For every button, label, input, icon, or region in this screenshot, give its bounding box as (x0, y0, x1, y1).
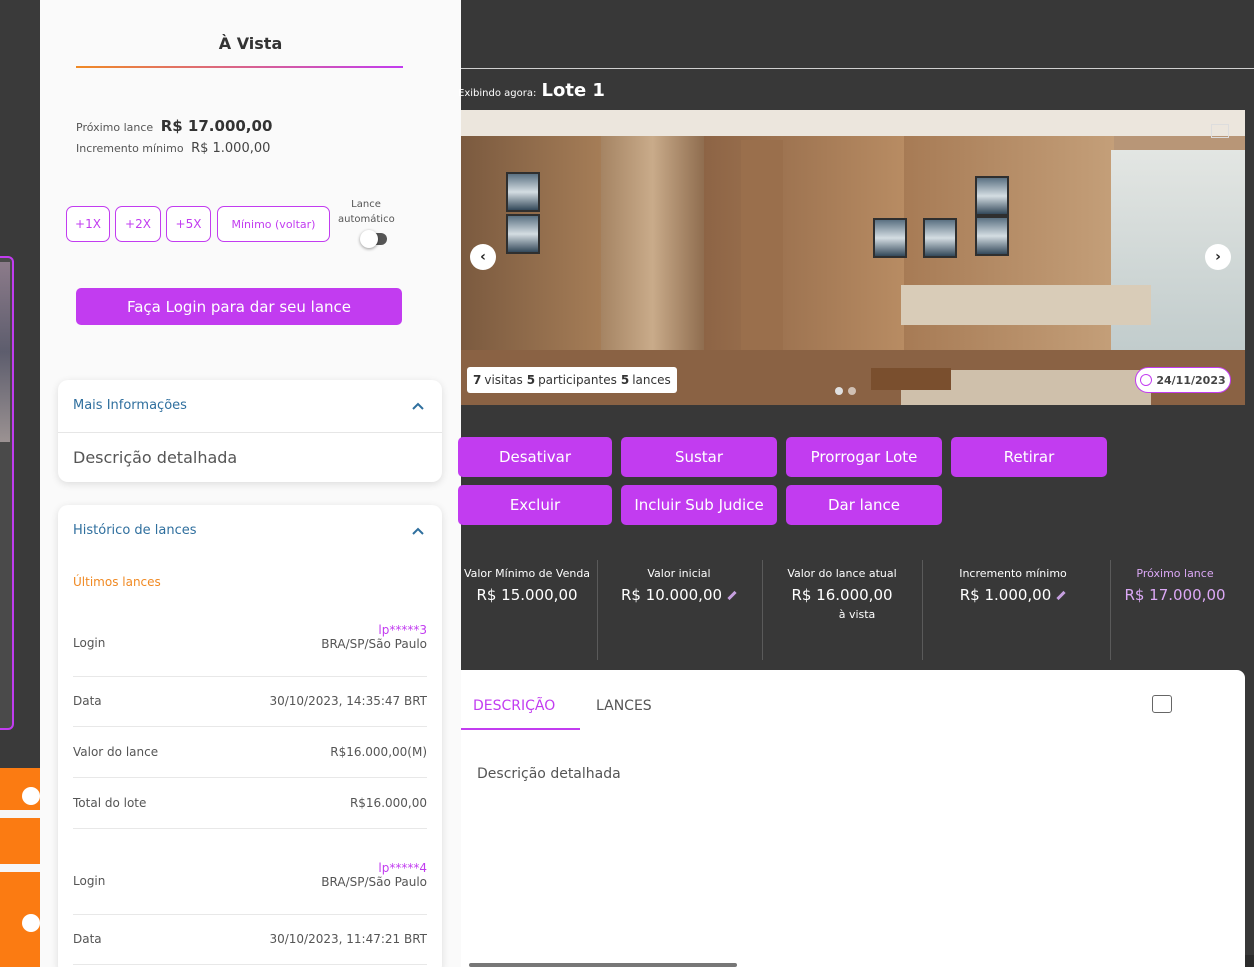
history-row-date: Data 30/10/2023, 14:35:47 BRT (73, 677, 427, 727)
initial-value: Valor inicial R$ 10.000,00 (597, 560, 761, 660)
min-increment-label: Incremento mínimo (76, 142, 184, 155)
multiplier-5x-button[interactable]: +5X (166, 206, 211, 242)
bid-history-card: Histórico de lances Últimos lances Login… (58, 505, 442, 967)
chevron-up-icon[interactable] (410, 398, 426, 414)
carousel-dots[interactable] (835, 387, 856, 395)
next-bid-row: Próximo lance R$ 17.000,00 (76, 117, 272, 135)
lot-date-badge: 24/11/2023 (1135, 367, 1231, 393)
history-row-value: Valor do lance R$16.000,00(M) (73, 727, 427, 778)
panel-title: À Vista (218, 34, 283, 53)
horizontal-scrollbar[interactable] (469, 963, 737, 967)
delete-button[interactable]: Excluir (458, 485, 612, 525)
suspend-button[interactable]: Sustar (621, 437, 777, 477)
bid-history-header[interactable]: Histórico de lances (73, 523, 197, 538)
lot-name: Lote 1 (541, 80, 605, 101)
history-row-date: Data 30/10/2023, 11:47:21 BRT (73, 915, 427, 965)
latest-bids-label: Últimos lances (73, 575, 161, 589)
sub-judice-button[interactable]: Incluir Sub Judice (621, 485, 777, 525)
carousel-dot[interactable] (848, 387, 856, 395)
more-info-description: Descrição detalhada (73, 448, 238, 467)
lot-details-card: DESCRIÇÃO LANCES Descrição detalhada (461, 670, 1245, 967)
now-showing: Exibindo agora: Lote 1 (458, 80, 605, 101)
fullscreen-icon[interactable] (1211, 124, 1229, 138)
multiplier-2x-button[interactable]: +2X (115, 206, 161, 242)
deactivate-button[interactable]: Desativar (458, 437, 612, 477)
min-increment-value: R$ 1.000,00 (191, 141, 271, 156)
minimum-reset-button[interactable]: Mínimo (voltar) (217, 206, 330, 242)
tab-bids[interactable]: LANCES (596, 698, 652, 714)
next-bid-value: R$ 17.000,00 (160, 117, 273, 135)
bidder-location: BRA/SP/São Paulo (321, 875, 427, 889)
carousel-prev-button[interactable]: ‹ (470, 244, 496, 270)
chevron-up-icon[interactable] (410, 523, 426, 539)
place-bid-button[interactable]: Dar lance (786, 485, 942, 525)
panel-title-underline (76, 66, 403, 68)
expand-icon[interactable] (1152, 695, 1172, 713)
bid-panel: À Vista Próximo lance R$ 17.000,00 Incre… (40, 0, 461, 967)
lot-stats-badge: 7 visitas 5 participantes 5 lances (467, 367, 677, 393)
more-info-header[interactable]: Mais Informações (73, 398, 187, 413)
tab-description-content: Descrição detalhada (477, 766, 621, 782)
next-bid-value: Próximo lance R$ 17.000,00 (1124, 567, 1226, 604)
extend-lot-button[interactable]: Prorrogar Lote (786, 437, 942, 477)
min-increment-value: Incremento mínimo R$ 1.000,00 (959, 567, 1067, 604)
auto-bid-label: Lance automático (338, 199, 395, 225)
next-bid-label: Próximo lance (76, 121, 154, 134)
clock-icon (1140, 374, 1153, 386)
active-tab-indicator (461, 728, 580, 730)
login-to-bid-button[interactable]: Faça Login para dar seu lance (76, 288, 402, 325)
history-row-total: Total do lote R$16.000,00 (73, 778, 427, 829)
carousel-next-button[interactable]: › (1205, 244, 1231, 270)
min-sale-value: Valor Mínimo de Venda R$ 15.000,00 (463, 567, 591, 604)
edit-pencil-icon[interactable] (727, 590, 737, 600)
now-showing-prefix: Exibindo agora: (458, 88, 537, 99)
edit-pencil-icon[interactable] (1056, 590, 1066, 600)
tab-description[interactable]: DESCRIÇÃO (473, 698, 555, 714)
bidder-location: BRA/SP/São Paulo (321, 637, 427, 651)
history-row-login: Login lp*****3 BRA/SP/São Paulo (73, 615, 427, 677)
background-logo-edge (0, 768, 40, 967)
multiplier-1x-button[interactable]: +1X (66, 206, 110, 242)
min-increment-row: Incremento mínimo R$ 1.000,00 (76, 141, 270, 156)
carousel-dot[interactable] (835, 387, 843, 395)
more-info-card: Mais Informações Descrição detalhada (58, 380, 442, 482)
lot-photo-carousel[interactable]: ‹ › 7 visitas 5 participantes 5 lances 24/1… (461, 110, 1245, 405)
background-photo-edge (0, 262, 10, 442)
bidder-username: lp*****4 (378, 861, 427, 875)
current-bid-value: Valor do lance atual R$ 16.000,00 à vist… (787, 567, 897, 621)
auto-bid-toggle[interactable] (360, 230, 387, 248)
header-divider (461, 68, 1254, 69)
withdraw-button[interactable]: Retirar (951, 437, 1107, 477)
toggle-knob (360, 230, 378, 248)
bidder-username: lp*****3 (378, 623, 427, 637)
history-row-login: Login lp*****4 BRA/SP/São Paulo (73, 855, 427, 915)
